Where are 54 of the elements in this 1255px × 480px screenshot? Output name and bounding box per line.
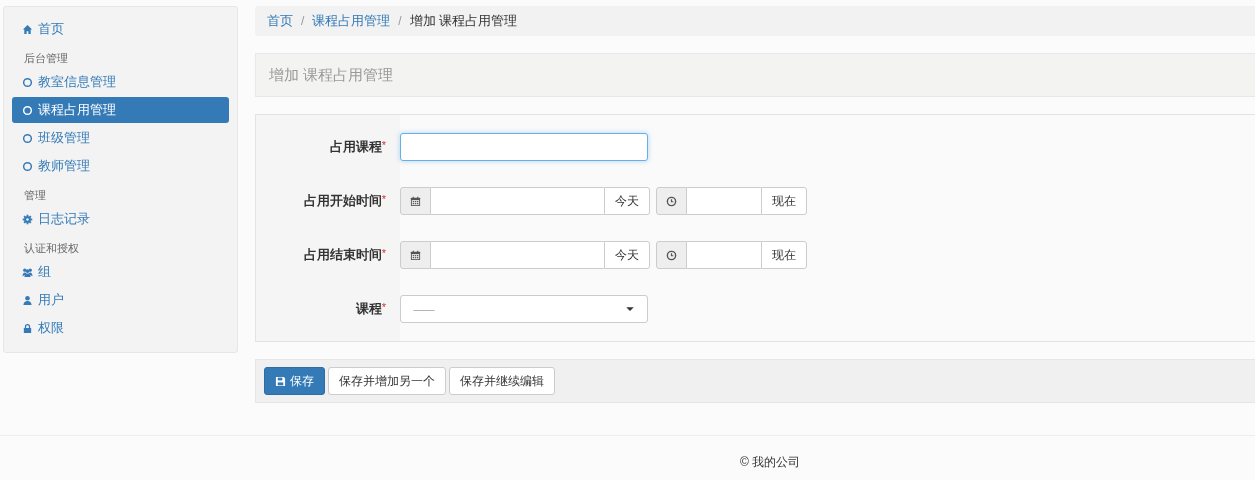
calendar-icon	[410, 195, 421, 207]
home-icon	[22, 23, 33, 35]
circle-icon	[22, 132, 33, 144]
sidebar-item[interactable]: 教室信息管理	[12, 69, 229, 95]
today-button[interactable]: 今天	[604, 241, 650, 269]
required-mark: *	[381, 300, 386, 313]
clock-icon	[666, 249, 677, 261]
circle-icon	[22, 160, 33, 172]
sidebar-item[interactable]: 组	[12, 259, 229, 285]
sidebar-item[interactable]: 班级管理	[12, 125, 229, 151]
gear-icon	[22, 213, 33, 225]
copyright-text: © 我的公司	[739, 454, 801, 471]
group-icon	[22, 266, 33, 278]
breadcrumb-current: 增加 课程占用管理	[409, 12, 518, 30]
field-label: 占用开始时间	[303, 193, 382, 208]
section-heading: 后台管理	[23, 51, 69, 66]
section-heading: 认证和授权	[23, 241, 80, 256]
user-icon	[22, 294, 33, 306]
time-field[interactable]	[687, 187, 761, 215]
clock-icon	[666, 195, 677, 207]
sidebar-item[interactable]: 课程占用管理	[12, 97, 229, 123]
calendar-icon	[410, 249, 421, 261]
now-button[interactable]: 现在	[761, 187, 807, 215]
breadcrumb-link[interactable]: 课程占用管理	[312, 12, 391, 30]
required-mark: *	[381, 192, 386, 205]
now-button[interactable]: 现在	[761, 241, 807, 269]
sidebar-item[interactable]: 首页	[12, 16, 229, 42]
page-title: 增加 课程占用管理	[269, 65, 393, 85]
input-field[interactable]	[400, 133, 648, 161]
required-mark: *	[381, 246, 386, 259]
lock-icon	[22, 322, 33, 334]
date-field[interactable]	[431, 241, 604, 269]
action-button[interactable]: 保存并继续编辑	[449, 367, 555, 395]
circle-icon	[22, 76, 33, 88]
select-dropdown[interactable]: ---------	[400, 295, 648, 323]
today-button[interactable]: 今天	[604, 187, 650, 215]
section-heading: 管理	[23, 188, 47, 203]
time-field[interactable]	[687, 241, 761, 269]
save-button[interactable]: 保存	[264, 367, 325, 395]
sidebar-item[interactable]: 教师管理	[12, 153, 229, 179]
field-label: 占用课程	[329, 139, 382, 154]
sidebar-item[interactable]: 权限	[12, 315, 229, 341]
sidebar-item[interactable]: 日志记录	[12, 206, 229, 232]
caret-icon	[625, 304, 635, 314]
field-label: 占用结束时间	[303, 247, 382, 262]
field-label: 课程	[355, 301, 382, 316]
separator: /	[398, 14, 402, 28]
action-button[interactable]: 保存并增加另一个	[328, 367, 446, 395]
required-mark: *	[381, 138, 386, 151]
circle-icon	[22, 104, 33, 116]
date-field[interactable]	[431, 187, 604, 215]
separator: /	[301, 14, 305, 28]
sidebar-item[interactable]: 用户	[12, 287, 229, 313]
breadcrumb-link[interactable]: 首页	[267, 12, 293, 30]
